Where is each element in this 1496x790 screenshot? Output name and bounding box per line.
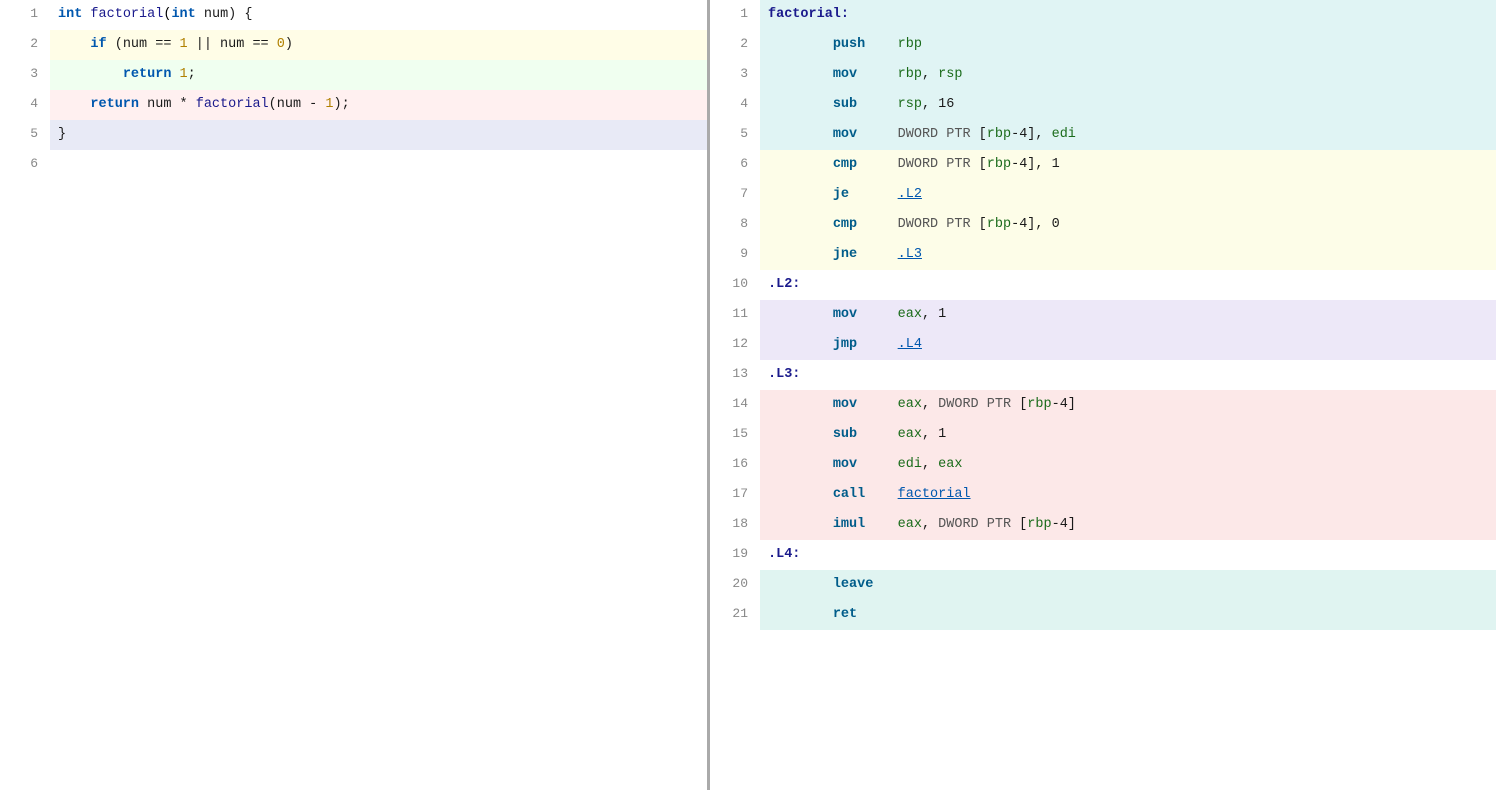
line-content: jmp .L4	[760, 330, 1496, 360]
line-content: mov rbp, rsp	[760, 60, 1496, 90]
line-number: 14	[710, 390, 760, 420]
line-content: je .L2	[760, 180, 1496, 210]
table-row: 1factorial:	[710, 0, 1496, 30]
line-content: return 1;	[50, 60, 707, 90]
line-number: 3	[0, 60, 50, 90]
table-row: 11 mov eax, 1	[710, 300, 1496, 330]
line-number: 2	[710, 30, 760, 60]
line-content: .L4:	[760, 540, 1496, 570]
line-number: 4	[710, 90, 760, 120]
table-row: 21 ret	[710, 600, 1496, 630]
line-content	[50, 150, 707, 180]
table-row: 2 push rbp	[710, 30, 1496, 60]
line-number: 1	[0, 0, 50, 30]
table-row: 4 return num * factorial(num - 1);	[0, 90, 707, 120]
line-content: .L2:	[760, 270, 1496, 300]
table-row: 2 if (num == 1 || num == 0)	[0, 30, 707, 60]
line-number: 15	[710, 420, 760, 450]
table-row: 5 mov DWORD PTR [rbp-4], edi	[710, 120, 1496, 150]
line-content: mov eax, DWORD PTR [rbp-4]	[760, 390, 1496, 420]
line-number: 8	[710, 210, 760, 240]
line-number: 13	[710, 360, 760, 390]
line-content: sub rsp, 16	[760, 90, 1496, 120]
line-number: 16	[710, 450, 760, 480]
line-number: 3	[710, 60, 760, 90]
line-content: mov DWORD PTR [rbp-4], edi	[760, 120, 1496, 150]
table-row: 13.L3:	[710, 360, 1496, 390]
line-content: if (num == 1 || num == 0)	[50, 30, 707, 60]
line-number: 2	[0, 30, 50, 60]
line-number: 12	[710, 330, 760, 360]
table-row: 4 sub rsp, 16	[710, 90, 1496, 120]
line-number: 5	[710, 120, 760, 150]
line-number: 20	[710, 570, 760, 600]
table-row: 9 jne .L3	[710, 240, 1496, 270]
line-content: jne .L3	[760, 240, 1496, 270]
table-row: 18 imul eax, DWORD PTR [rbp-4]	[710, 510, 1496, 540]
line-content: cmp DWORD PTR [rbp-4], 0	[760, 210, 1496, 240]
line-content: }	[50, 120, 707, 150]
line-content: .L3:	[760, 360, 1496, 390]
line-content: leave	[760, 570, 1496, 600]
table-row: 6 cmp DWORD PTR [rbp-4], 1	[710, 150, 1496, 180]
line-content: push rbp	[760, 30, 1496, 60]
table-row: 19.L4:	[710, 540, 1496, 570]
line-content: int factorial(int num) {	[50, 0, 707, 30]
table-row: 16 mov edi, eax	[710, 450, 1496, 480]
table-row: 8 cmp DWORD PTR [rbp-4], 0	[710, 210, 1496, 240]
table-row: 17 call factorial	[710, 480, 1496, 510]
table-row: 20 leave	[710, 570, 1496, 600]
table-row: 7 je .L2	[710, 180, 1496, 210]
line-number: 5	[0, 120, 50, 150]
line-number: 9	[710, 240, 760, 270]
line-number: 21	[710, 600, 760, 630]
line-number: 7	[710, 180, 760, 210]
line-number: 11	[710, 300, 760, 330]
line-number: 18	[710, 510, 760, 540]
line-content: factorial:	[760, 0, 1496, 30]
table-row: 15 sub eax, 1	[710, 420, 1496, 450]
line-content: mov edi, eax	[760, 450, 1496, 480]
line-content: sub eax, 1	[760, 420, 1496, 450]
table-row: 3 return 1;	[0, 60, 707, 90]
table-row: 6	[0, 150, 707, 180]
table-row: 10.L2:	[710, 270, 1496, 300]
line-content: mov eax, 1	[760, 300, 1496, 330]
right-panel: 1factorial:2 push rbp3 mov rbp, rsp4 sub…	[710, 0, 1496, 790]
line-number: 10	[710, 270, 760, 300]
table-row: 14 mov eax, DWORD PTR [rbp-4]	[710, 390, 1496, 420]
left-code-area[interactable]: 1int factorial(int num) {2 if (num == 1 …	[0, 0, 707, 790]
line-number: 6	[0, 150, 50, 180]
line-number: 6	[710, 150, 760, 180]
table-row: 12 jmp .L4	[710, 330, 1496, 360]
table-row: 3 mov rbp, rsp	[710, 60, 1496, 90]
line-content: call factorial	[760, 480, 1496, 510]
line-number: 17	[710, 480, 760, 510]
line-content: imul eax, DWORD PTR [rbp-4]	[760, 510, 1496, 540]
right-code-area[interactable]: 1factorial:2 push rbp3 mov rbp, rsp4 sub…	[710, 0, 1496, 790]
table-row: 5}	[0, 120, 707, 150]
line-number: 19	[710, 540, 760, 570]
left-panel: 1int factorial(int num) {2 if (num == 1 …	[0, 0, 710, 790]
line-number: 1	[710, 0, 760, 30]
line-number: 4	[0, 90, 50, 120]
line-content: cmp DWORD PTR [rbp-4], 1	[760, 150, 1496, 180]
table-row: 1int factorial(int num) {	[0, 0, 707, 30]
line-content: ret	[760, 600, 1496, 630]
line-content: return num * factorial(num - 1);	[50, 90, 707, 120]
